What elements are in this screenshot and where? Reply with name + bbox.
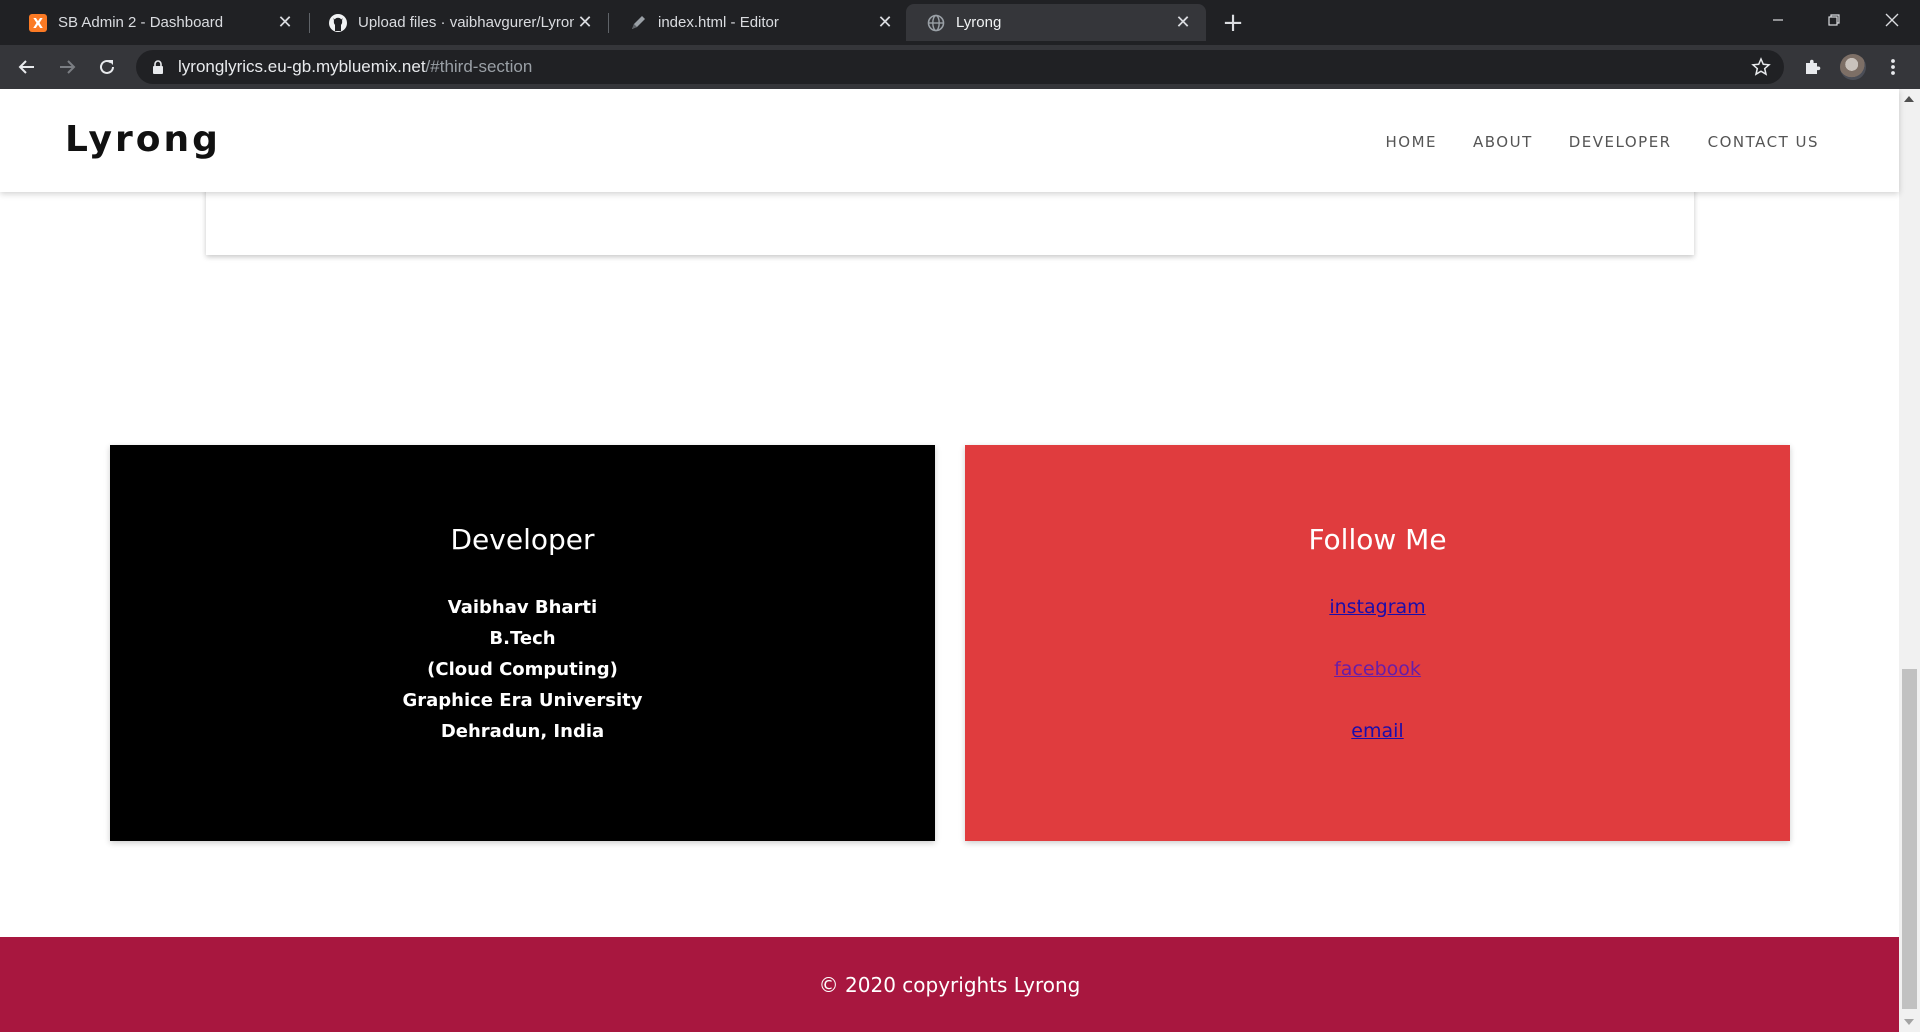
address-bar[interactable]: lyronglyrics.eu-gb.mybluemix.net/#third-… <box>136 50 1784 84</box>
nav-about[interactable]: ABOUT <box>1473 133 1533 151</box>
browser-menu-button[interactable] <box>1878 52 1908 82</box>
tab-title: index.html - Editor <box>658 14 779 31</box>
nav-contact-us[interactable]: CONTACT US <box>1708 133 1819 151</box>
profile-button[interactable] <box>1838 52 1868 82</box>
scroll-up-arrow[interactable] <box>1904 96 1914 102</box>
site-logo[interactable]: Lyrong <box>65 119 221 160</box>
scroll-down-arrow[interactable] <box>1904 1019 1914 1025</box>
close-icon[interactable]: ✕ <box>1172 12 1194 34</box>
avatar <box>1840 54 1866 80</box>
lock-icon[interactable] <box>150 59 166 75</box>
site-header: Lyrong HOME ABOUT DEVELOPER CONTACT US <box>0 89 1899 192</box>
github-icon <box>328 13 348 33</box>
instagram-link[interactable]: instagram <box>965 592 1790 623</box>
follow-heading: Follow Me <box>1308 523 1447 556</box>
bookmark-star-icon[interactable] <box>1750 56 1772 78</box>
nav-developer[interactable]: DEVELOPER <box>1569 133 1672 151</box>
developer-name: Vaibhav Bharti <box>447 597 598 618</box>
copyright-text: © 2020 copyrights Lyrong <box>818 973 1081 997</box>
new-tab-button[interactable]: + <box>1218 8 1248 38</box>
url-text: lyronglyrics.eu-gb.mybluemix.net/#third-… <box>178 57 532 77</box>
site-footer: © 2020 copyrights Lyrong <box>0 937 1899 1032</box>
restore-button[interactable] <box>1806 0 1862 40</box>
tab-github-upload[interactable]: Upload files · vaibhavgurer/Lyrong ✕ <box>308 4 608 41</box>
tab-title: Lyrong <box>956 14 1002 31</box>
arrow-left-icon <box>18 60 34 74</box>
close-icon[interactable]: ✕ <box>874 12 896 34</box>
developer-info: Vaibhav Bharti B.Tech (Cloud Computing) … <box>110 592 935 747</box>
main-nav: HOME ABOUT DEVELOPER CONTACT US <box>1349 133 1819 151</box>
extensions-button[interactable] <box>1797 52 1827 82</box>
page-viewport: Lyrong HOME ABOUT DEVELOPER CONTACT US D… <box>0 89 1920 1032</box>
social-links: instagram facebook email <box>965 592 1790 747</box>
reload-button[interactable] <box>92 52 122 82</box>
close-icon[interactable]: ✕ <box>574 12 596 34</box>
page-scrollbar[interactable] <box>1899 89 1920 1032</box>
tab-title: SB Admin 2 - Dashboard <box>58 14 224 31</box>
tab-title: Upload files · vaibhavgurer/Lyrong <box>358 14 574 31</box>
email-link[interactable]: email <box>965 716 1790 747</box>
close-window-button[interactable] <box>1864 0 1920 40</box>
developer-heading: Developer <box>450 523 595 556</box>
facebook-link[interactable]: facebook <box>965 654 1790 685</box>
tab-sb-admin[interactable]: X SB Admin 2 - Dashboard ✕ <box>8 4 308 41</box>
more-vertical-icon <box>1891 59 1895 75</box>
developer-degree: B.Tech <box>489 628 556 649</box>
browser-tab-strip: X SB Admin 2 - Dashboard ✕ Upload files … <box>0 0 1920 45</box>
browser-toolbar: lyronglyrics.eu-gb.mybluemix.net/#third-… <box>0 45 1920 89</box>
nav-home[interactable]: HOME <box>1385 133 1437 151</box>
close-icon[interactable]: ✕ <box>274 12 296 34</box>
developer-specialization: (Cloud Computing) <box>427 659 618 680</box>
minimize-button[interactable] <box>1750 0 1806 40</box>
globe-icon <box>926 13 946 33</box>
tab-editor[interactable]: index.html - Editor ✕ <box>608 4 908 41</box>
developer-location: Dehradun, India <box>440 721 605 742</box>
developer-box: Developer Vaibhav Bharti B.Tech (Cloud C… <box>110 445 935 841</box>
developer-university: Graphice Era University <box>402 690 643 711</box>
xampp-icon: X <box>28 13 48 33</box>
url-path: /#third-section <box>425 57 533 76</box>
back-button[interactable] <box>12 52 42 82</box>
arrow-right-icon <box>60 60 76 74</box>
reload-icon <box>100 59 114 74</box>
pen-icon <box>628 13 648 33</box>
svg-text:X: X <box>33 17 43 32</box>
tab-lyrong[interactable]: Lyrong ✕ <box>906 4 1206 41</box>
scroll-thumb[interactable] <box>1902 669 1917 1009</box>
url-host: lyronglyrics.eu-gb.mybluemix.net <box>178 57 426 76</box>
forward-button[interactable] <box>52 52 82 82</box>
puzzle-icon <box>1806 59 1821 74</box>
follow-me-box: Follow Me instagram facebook email <box>965 445 1790 841</box>
